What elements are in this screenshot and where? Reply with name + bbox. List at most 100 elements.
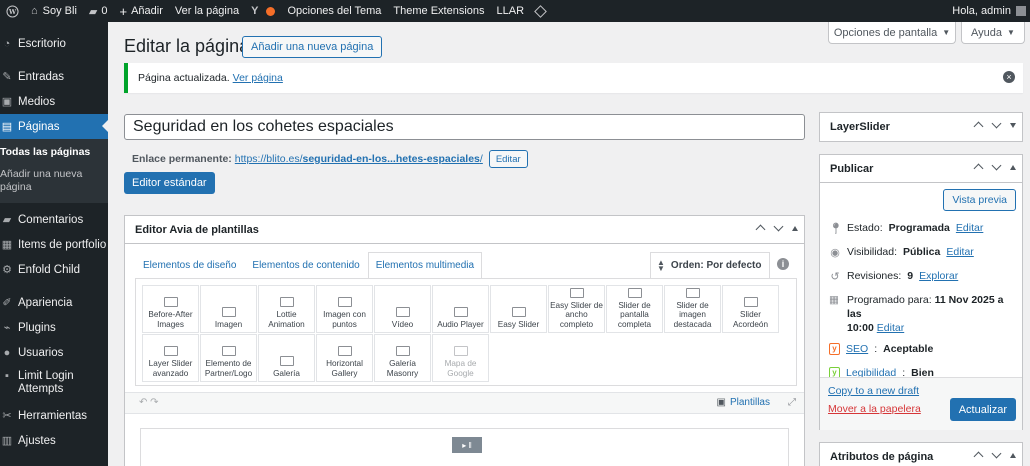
tab-content-elements[interactable]: Elementos de contenido [244,252,367,279]
collapse-icon[interactable] [792,226,798,231]
move-up-icon[interactable] [756,222,766,236]
view-page-link[interactable]: Ver la página [169,0,245,22]
llar-link[interactable]: LLAR [491,0,531,22]
yoast-seo-menu[interactable]: Y [245,0,281,22]
media-element-item[interactable]: Layer Slider avanzado [142,334,199,382]
add-new-menu[interactable]: + Añadir [114,0,169,22]
info-icon[interactable]: i [777,258,789,270]
sidebar-item-appearance[interactable]: ✐ Apariencia [0,290,108,315]
sidebar-item-tools[interactable]: ✂ Herramientas [0,403,108,428]
submenu-add-page[interactable]: Añadir una nueva página [0,162,100,197]
permalink-link[interactable]: https://blito.es/seguridad-en-los...hete… [235,153,483,165]
fullscreen-icon[interactable]: ⤢ [788,397,796,408]
sidebar-item-enfold-child[interactable]: ⚙ Enfold Child [0,257,108,282]
media-element-item[interactable]: Galería [258,334,315,382]
tab-media-elements[interactable]: Elementos multimedia [367,252,483,279]
edit-permalink-button[interactable]: Editar [488,150,528,168]
collapse-icon[interactable] [1010,165,1016,170]
move-to-trash-link[interactable]: Mover a la papelera [828,403,921,415]
media-element-item[interactable]: Lottie Animation [258,285,315,333]
submenu-all-pages[interactable]: Todas las páginas [0,143,108,162]
sidebar-item-pages[interactable]: ▤ Páginas [0,114,108,139]
dismiss-icon[interactable]: × [1003,71,1015,83]
portfolio-icon: ▦ [1,239,13,251]
yoast-icon: Y [251,5,259,17]
sidebar-item-portfolio[interactable]: ▦ Items de portfolio [0,232,108,257]
templates-button[interactable]: ▣ Plantillas [717,397,770,408]
comments-link[interactable]: ▰ 0 [83,0,114,22]
copy-draft-link[interactable]: Copy to a new draft [828,385,919,397]
move-down-icon[interactable] [992,161,1002,175]
move-up-icon[interactable] [974,161,984,175]
theme-extensions-link[interactable]: Theme Extensions [387,0,490,22]
tab-layout-elements[interactable]: Elementos de diseño [135,252,244,279]
theme-options-link[interactable]: Opciones del Tema [281,0,387,22]
page-attributes-header[interactable]: Atributos de página [820,443,1022,466]
media-element-item[interactable]: Horizontal Gallery [316,334,373,382]
status-row: 📍︎ Estado: Programada Editar [829,222,984,235]
media-element-item[interactable]: Slider Acordeón [722,285,779,333]
add-new-page-button[interactable]: Añadir una nueva página [242,36,383,58]
media-element-item[interactable]: Galería Masonry [374,334,431,382]
seo-link[interactable]: SEO [846,343,868,355]
move-down-icon[interactable] [774,222,784,236]
media-element-label: Galería Masonry [386,359,419,378]
move-down-icon[interactable] [992,449,1002,463]
edit-schedule-link[interactable]: Editar [877,322,904,334]
standard-editor-button[interactable]: Editor estándar [124,172,215,194]
sidebar-item-posts[interactable]: ✎ Entradas [0,64,108,89]
sidebar-item-comments[interactable]: ▰ Comentarios [0,207,108,232]
media-element-item[interactable]: Imagen [200,285,257,333]
sidebar-item-plugins[interactable]: ⌁ Plugins [0,315,108,340]
builder-canvas[interactable]: ▸ ‖ [140,428,789,466]
preview-button[interactable]: Vista previa [943,189,1016,211]
publish-box: Publicar Vista previa 📍︎ Estado: Programad… [819,154,1023,430]
edit-visibility-link[interactable]: Editar [946,246,973,258]
my-account-menu[interactable]: Hola, admin [946,0,1030,22]
screen-options-button[interactable]: Opciones de pantalla ▼ [828,22,956,44]
sidebar-item-settings[interactable]: ▥ Ajustes [0,428,108,453]
media-element-item[interactable]: Audio Player [432,285,489,333]
explore-revisions-link[interactable]: Explorar [919,270,958,282]
collapse-icon[interactable] [1010,453,1016,458]
media-element-label: Vídeo [391,319,414,329]
media-element-item[interactable]: Imagen con puntos [316,285,373,333]
edit-status-link[interactable]: Editar [956,222,983,234]
sidebar-item-limit-login[interactable]: ▪ Limit Login Attempts [0,365,108,403]
avia-editor-header[interactable]: Editor Avia de plantillas [125,216,804,244]
diamond-icon[interactable] [530,0,551,22]
seo-status-dot-icon [266,6,276,16]
media-element-item[interactable]: Before-After Images [142,285,199,333]
move-up-icon[interactable] [974,119,984,133]
media-element-item[interactable]: Slider de pantalla completa [606,285,663,333]
undo-redo-icon[interactable]: ↶ ↷ [139,397,159,408]
media-element-item[interactable]: Elemento de Partner/Logo [200,334,257,382]
move-up-icon[interactable] [974,449,984,463]
layerslider-header[interactable]: LayerSlider [820,113,1022,141]
media-element-item[interactable]: Easy Slider [490,285,547,333]
sidebar-item-dashboard[interactable]: ◔ Escritorio [0,31,108,56]
publish-header[interactable]: Publicar [820,155,1022,183]
post-title-input[interactable] [124,114,805,140]
camera-icon: ▣ [716,397,726,408]
media-element-item[interactable]: Slider de imagen destacada [664,285,721,333]
sort-select[interactable]: ▲ ▼ Orden: Por defecto [650,252,770,279]
calendar-icon: ▦ [829,294,839,306]
admin-sidebar: ◔ Escritorio ✎ Entradas ▣ Medios ▤ Páginas T… [0,22,108,466]
site-name-link[interactable]: ⌂ Soy Bli [25,0,83,22]
move-down-icon[interactable] [992,119,1002,133]
sidebar-item-users[interactable]: ● Usuarios [0,340,108,365]
media-element-item[interactable]: Vídeo [374,285,431,333]
revisions-row: ↺ Revisiones: 9 Explorar [830,270,959,283]
media-element-item[interactable]: Mapa de Google [432,334,489,382]
update-button[interactable]: Actualizar [949,398,1016,421]
media-element-item[interactable]: Easy Slider de ancho completo [548,285,605,333]
element-type-icon [337,346,352,356]
sidebar-item-media[interactable]: ▣ Medios [0,89,108,114]
help-button[interactable]: Ayuda ▼ [961,22,1025,44]
wordpress-logo-icon[interactable]: W [0,0,25,22]
media-element-label: Imagen con puntos [323,310,366,329]
element-type-icon [395,306,410,317]
expand-icon[interactable] [1010,123,1016,128]
view-page-link[interactable]: Ver página [233,72,283,84]
